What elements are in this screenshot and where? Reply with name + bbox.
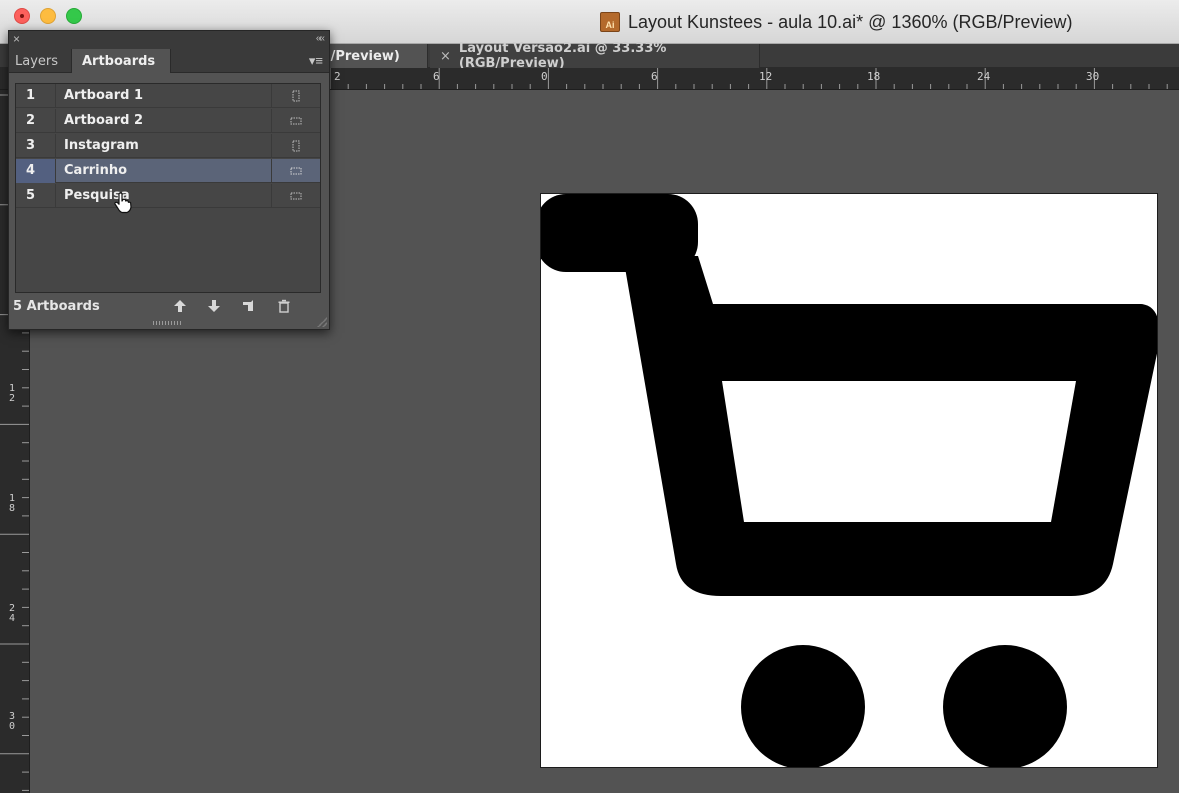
- ruler-label: 12: [8, 383, 16, 404]
- panel-menu-icon[interactable]: ▾≡: [309, 53, 323, 69]
- panel-collapse-icon[interactable]: ««: [316, 33, 325, 44]
- artboard-row[interactable]: 5 Pesquisa: [16, 183, 320, 208]
- ruler-label: 30: [8, 711, 16, 732]
- panel-close-icon[interactable]: ×: [13, 32, 20, 46]
- cart-basket-opening: [722, 381, 1076, 522]
- artboard-options-icon[interactable]: [272, 184, 320, 208]
- ruler-label: 24: [8, 603, 16, 624]
- artboard-options-icon[interactable]: [272, 134, 320, 158]
- window-minimize-button[interactable]: [40, 8, 56, 24]
- artboard-name: Carrinho: [56, 158, 272, 183]
- window-title-text: Layout Kunstees - aula 10.ai* @ 1360% (R…: [628, 11, 1073, 32]
- artboard-name: Instagram: [56, 133, 272, 158]
- hand-pointer-cursor-icon: [114, 192, 132, 214]
- panel-tab-strip: Layers Artboards ▾≡: [9, 49, 329, 73]
- panel-resize-corner[interactable]: [317, 317, 327, 327]
- move-down-icon[interactable]: [205, 297, 223, 315]
- ruler-label: 12: [759, 70, 773, 83]
- tab-close-icon[interactable]: ×: [440, 49, 451, 64]
- delete-artboard-icon[interactable]: [275, 297, 293, 315]
- artboard-number: 1: [16, 83, 56, 108]
- tab-layers[interactable]: Layers: [15, 49, 58, 73]
- artboard-count: 5 Artboards: [13, 298, 100, 314]
- artboard-name: Pesquisa: [56, 183, 272, 208]
- cart-wheel-left[interactable]: [741, 645, 865, 768]
- window-zoom-button[interactable]: [66, 8, 82, 24]
- tab-artboards[interactable]: Artboards: [71, 49, 171, 73]
- artboards-panel[interactable]: × «« Layers Artboards ▾≡ 1 Artboard 1 2 …: [8, 30, 330, 330]
- window-close-button[interactable]: [14, 8, 30, 24]
- tab-layers-label: Layers: [15, 53, 59, 69]
- shopping-cart-icon[interactable]: [541, 194, 1158, 768]
- artboard-number: 3: [16, 133, 56, 158]
- artboard-list: 1 Artboard 1 2 Artboard 2 3 Instagram 4 …: [15, 83, 321, 293]
- artboard-name: Artboard 1: [56, 83, 272, 108]
- artboard-number: 4: [16, 158, 56, 183]
- artboard-number: 5: [16, 183, 56, 208]
- ruler-label: 6: [651, 70, 658, 83]
- document-tab-label: Layout Versão2.ai @ 33.33% (RGB/Preview): [458, 41, 667, 71]
- ruler-label: 0: [541, 70, 548, 83]
- artboard-row[interactable]: 3 Instagram: [16, 133, 320, 158]
- tab-artboards-label: Artboards: [82, 53, 156, 69]
- ruler-label: 30: [1086, 70, 1100, 83]
- artboard-options-icon[interactable]: [272, 84, 320, 108]
- cart-wheel-right[interactable]: [943, 645, 1067, 768]
- artboard-number: 2: [16, 108, 56, 133]
- artboard-name: Artboard 2: [56, 108, 272, 133]
- ruler-label: 18: [867, 70, 881, 83]
- artboard-options-icon[interactable]: [272, 109, 320, 133]
- ruler-label: 18: [8, 493, 16, 514]
- panel-drag-bar[interactable]: × ««: [9, 31, 329, 49]
- new-artboard-icon[interactable]: [239, 297, 257, 315]
- move-up-icon[interactable]: [171, 297, 189, 315]
- artboard-row-selected[interactable]: 4 Carrinho: [16, 158, 320, 183]
- artboard-row[interactable]: 1 Artboard 1: [16, 83, 320, 108]
- ruler-label: 6: [433, 70, 440, 83]
- panel-footer: 5 Artboards: [9, 293, 329, 319]
- ruler-label: 2: [334, 70, 341, 83]
- artboard-row[interactable]: 2 Artboard 2: [16, 108, 320, 133]
- ruler-label: 24: [977, 70, 991, 83]
- artboard-carrinho[interactable]: [540, 193, 1158, 768]
- window-title: Ai Layout Kunstees - aula 10.ai* @ 1360%…: [600, 10, 1073, 34]
- illustrator-document-icon: Ai: [600, 12, 620, 32]
- document-tab-layout-versao2[interactable]: × Layout Versão2.ai @ 33.33% (RGB/Previe…: [430, 41, 760, 71]
- panel-resize-grip[interactable]: [153, 321, 183, 325]
- artboard-options-icon[interactable]: [272, 159, 320, 183]
